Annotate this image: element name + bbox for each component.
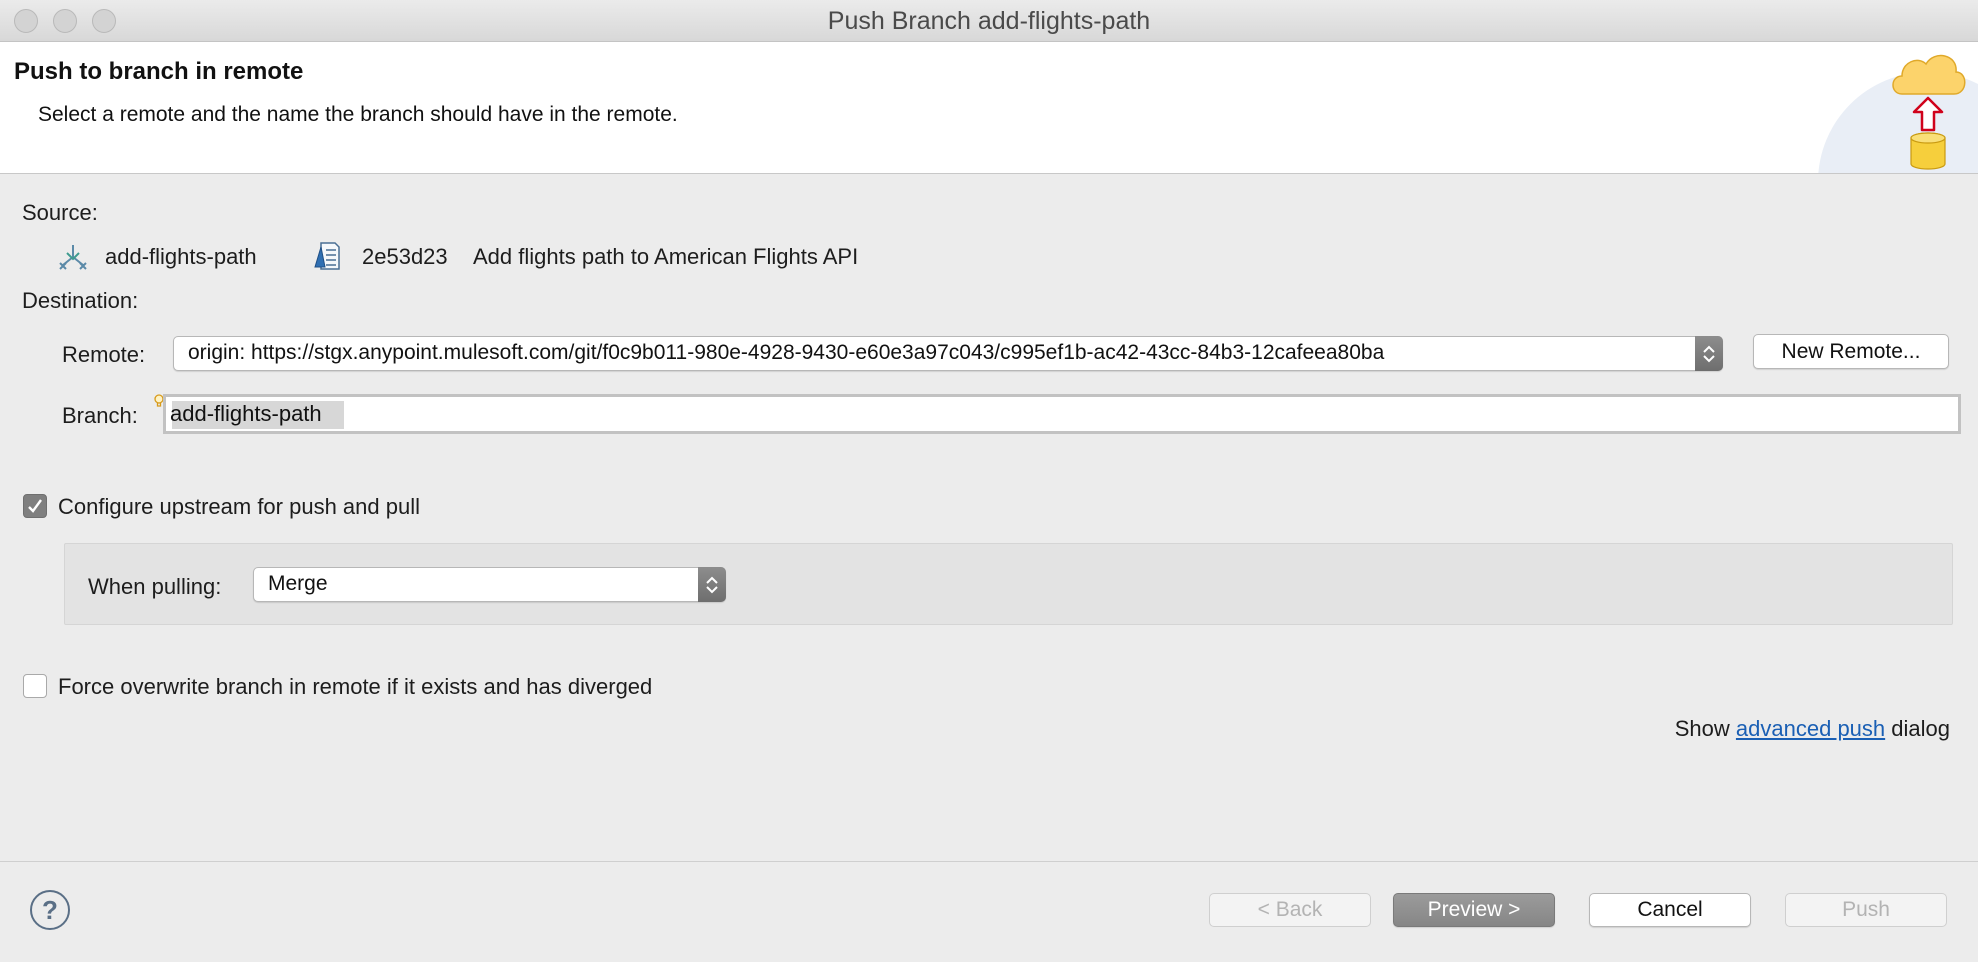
push-button[interactable]: Push <box>1785 893 1947 927</box>
destination-label: Destination: <box>22 288 139 313</box>
checkmark-icon <box>28 499 42 513</box>
force-overwrite-checkbox[interactable] <box>23 674 47 698</box>
source-branch: add-flights-path <box>105 244 257 269</box>
cancel-button[interactable]: Cancel <box>1589 893 1751 927</box>
back-button[interactable]: < Back <box>1209 893 1371 927</box>
advanced-push-prefix: Show <box>1674 716 1730 741</box>
remote-select[interactable]: origin: https://stgx.anypoint.mulesoft.c… <box>173 336 1723 371</box>
banner-title: Push to branch in remote <box>14 58 304 85</box>
source-commit-message: Add flights path to American Flights API <box>473 244 859 269</box>
configure-upstream-checkbox[interactable] <box>23 494 47 518</box>
when-pulling-select[interactable]: Merge <box>253 567 726 602</box>
when-pulling-label: When pulling: <box>88 574 222 599</box>
help-icon[interactable]: ? <box>30 890 70 930</box>
branch-icon <box>59 245 87 270</box>
advanced-push-suffix: dialog <box>1891 716 1950 741</box>
banner-description: Select a remote and the name the branch … <box>38 103 678 126</box>
remote-select-value: origin: https://stgx.anypoint.mulesoft.c… <box>188 341 1385 364</box>
source-label: Source: <box>22 200 98 225</box>
chevron-up-down-icon <box>698 567 726 602</box>
force-overwrite-label[interactable]: Force overwrite branch in remote if it e… <box>58 674 652 700</box>
window-title: Push Branch add-flights-path <box>827 7 1151 35</box>
source-commit-id: 2e53d23 <box>362 244 448 269</box>
branch-input[interactable] <box>163 394 1961 434</box>
remote-label: Remote: <box>62 342 146 367</box>
advanced-push-text: Show advanced push dialog <box>1675 716 1950 742</box>
chevron-up-down-icon <box>1695 336 1723 371</box>
branch-label: Branch: <box>62 403 138 428</box>
cloud-push-icon <box>1892 54 1966 170</box>
dialog-banner: Push to branch in remote Select a remote… <box>0 42 1978 174</box>
window-title-bar: Push Branch add-flights-path <box>0 0 1978 42</box>
advanced-push-link[interactable]: advanced push <box>1736 716 1885 741</box>
configure-upstream-label[interactable]: Configure upstream for push and pull <box>58 494 420 520</box>
when-pulling-value: Merge <box>268 572 328 595</box>
commit-icon <box>314 242 340 270</box>
preview-button[interactable]: Preview > <box>1393 893 1555 927</box>
branch-input-field[interactable] <box>170 400 1950 428</box>
footer-divider <box>0 861 1978 862</box>
new-remote-button[interactable]: New Remote... <box>1753 334 1949 369</box>
